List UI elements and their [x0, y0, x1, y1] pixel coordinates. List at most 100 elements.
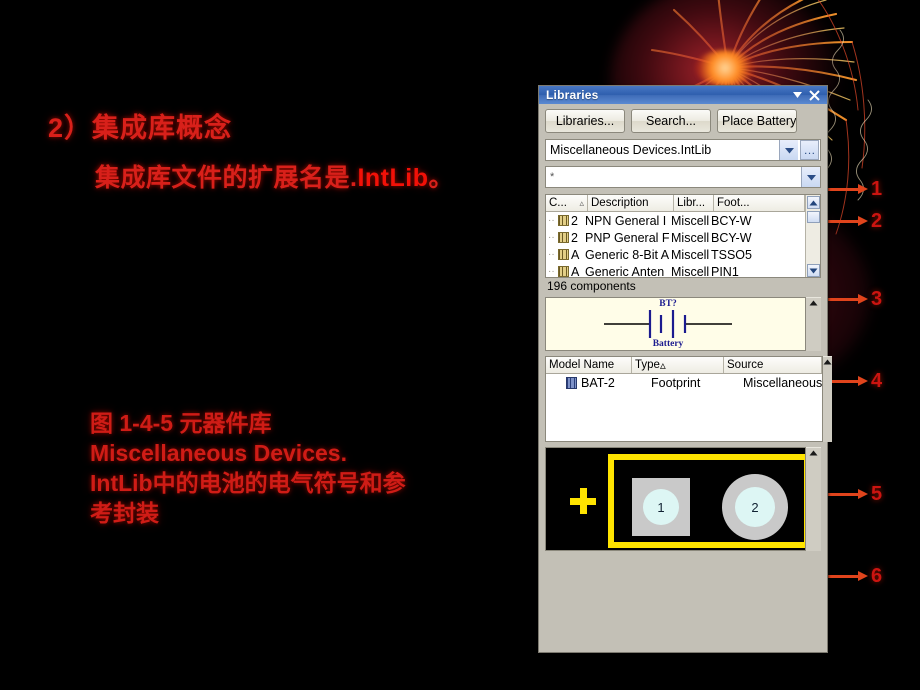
- component-list-scrollbar[interactable]: [805, 195, 820, 277]
- footprint-outline: 1 2: [608, 454, 805, 548]
- chevron-down-icon[interactable]: [779, 140, 798, 160]
- cell-footprint: TSSO5: [711, 247, 752, 262]
- filter-input[interactable]: *: [545, 166, 821, 188]
- component-icon: [558, 249, 569, 260]
- callout-arrow-icon: [825, 570, 868, 581]
- cell-description: PNP General F: [585, 230, 670, 245]
- table-row[interactable]: ·· A Generic 8-Bit A Miscell TSSO5: [546, 246, 805, 263]
- cell-model-name: BAT-2: [581, 375, 615, 390]
- chevron-down-icon[interactable]: [806, 264, 820, 277]
- sort-ascending-icon: ▵: [659, 360, 666, 372]
- column-header-source[interactable]: Source: [724, 357, 823, 373]
- table-row[interactable]: ·· 2 NPN General I Miscell BCY-W: [546, 212, 805, 229]
- scrollbar-thumb[interactable]: [806, 211, 820, 223]
- table-row[interactable]: BAT-2 Footprint Miscellaneous: [546, 374, 822, 391]
- callout-5: 5: [825, 483, 882, 505]
- cell-type: Footprint: [651, 375, 701, 390]
- chevron-up-icon: [823, 359, 832, 365]
- callout-arrow-icon: [825, 293, 868, 304]
- component-list[interactable]: C... ▵ Description Libr... Foot... ·· 2 …: [545, 194, 821, 278]
- callout-arrow-icon: [825, 183, 868, 194]
- callout-number: 5: [871, 482, 883, 505]
- cell-name: 2: [571, 230, 578, 245]
- chevron-down-icon[interactable]: [801, 167, 820, 187]
- cell-library: Miscell: [671, 213, 710, 228]
- subheading-extension: IntLib: [357, 164, 429, 192]
- callout-1: 1: [825, 178, 882, 200]
- tree-line: ··: [548, 249, 555, 260]
- tree-line: ··: [548, 232, 555, 243]
- column-header-model-name[interactable]: Model Name: [546, 357, 632, 373]
- pad-2: 2: [722, 474, 788, 540]
- chevron-up-icon: [809, 450, 818, 456]
- cell-description: Generic Anten: [585, 264, 665, 278]
- firework-core: [695, 50, 755, 86]
- column-header-name[interactable]: C... ▵: [546, 195, 588, 211]
- callout-arrow-icon: [825, 215, 868, 226]
- cell-library: Miscell: [671, 264, 710, 278]
- libraries-button[interactable]: Libraries...: [545, 109, 625, 133]
- panel-title: Libraries: [546, 88, 599, 102]
- library-select[interactable]: Miscellaneous Devices.IntLib …: [545, 139, 821, 161]
- pad-1: 1: [632, 478, 690, 536]
- place-battery-button[interactable]: Place Battery: [717, 109, 797, 133]
- column-header-description[interactable]: Description: [588, 195, 674, 211]
- column-header-footprint[interactable]: Foot...: [714, 195, 805, 211]
- callout-number: 3: [871, 287, 883, 310]
- cell-footprint: BCY-W: [711, 213, 752, 228]
- pad-1-label: 1: [643, 489, 679, 525]
- cell-description: Generic 8-Bit A: [585, 247, 670, 262]
- footprint-preview: 1 2: [545, 447, 806, 551]
- symbol-designator: BT?: [659, 299, 677, 309]
- footprint-icon: [566, 376, 577, 389]
- component-count-label: 196 components: [547, 279, 636, 293]
- heading-number: 2）: [48, 113, 93, 143]
- component-icon: [558, 215, 569, 226]
- panel-titlebar[interactable]: Libraries: [539, 86, 827, 104]
- model-table[interactable]: Model Name Type ▵ Source BAT-2 Footprint…: [545, 356, 824, 442]
- symbol-panel-collapse[interactable]: [806, 297, 821, 351]
- cell-name: A: [571, 264, 580, 278]
- cell-description: NPN General I: [585, 213, 667, 228]
- symbol-preview: BT? Battery: [545, 297, 806, 351]
- column-header-library[interactable]: Libr...: [674, 195, 714, 211]
- callout-6: 6: [825, 565, 882, 587]
- model-panel-collapse[interactable]: [823, 356, 833, 442]
- table-row[interactable]: ·· A Generic Anten Miscell PIN1: [546, 263, 805, 277]
- cell-source: Miscellaneous: [743, 375, 823, 390]
- component-icon: [558, 266, 569, 277]
- footprint-panel-collapse[interactable]: [806, 447, 821, 551]
- slide-subheading: 集成库文件的扩展名是.IntLib。: [95, 158, 454, 194]
- callout-3: 3: [825, 288, 882, 310]
- pad-2-label: 2: [735, 487, 775, 527]
- table-row[interactable]: ·· 2 PNP General F Miscell BCY-W: [546, 229, 805, 246]
- callout-number: 4: [871, 369, 883, 392]
- chevron-up-icon[interactable]: [806, 196, 820, 209]
- library-select-value: Miscellaneous Devices.IntLib: [550, 143, 712, 157]
- origin-crosshair-icon: [570, 488, 596, 514]
- footprint-preview-row: 1 2: [545, 447, 821, 551]
- panel-body: Libraries... Search... Place Battery Mis…: [539, 104, 833, 557]
- component-list-body: C... ▵ Description Libr... Foot... ·· 2 …: [546, 195, 805, 277]
- library-more-button[interactable]: …: [800, 140, 819, 160]
- symbol-preview-row: BT? Battery: [545, 297, 821, 351]
- column-header-type[interactable]: Type ▵: [632, 357, 724, 373]
- cell-footprint: PIN1: [711, 264, 739, 278]
- cell-name: 2: [571, 213, 578, 228]
- tree-line: ··: [548, 215, 555, 226]
- close-icon[interactable]: [806, 88, 823, 103]
- subheading-suffix: 。: [428, 164, 454, 192]
- model-table-header: Model Name Type ▵ Source: [546, 357, 823, 374]
- callout-number: 2: [871, 209, 883, 232]
- cell-footprint: BCY-W: [711, 230, 752, 245]
- chevron-down-icon[interactable]: [789, 88, 806, 103]
- figure-caption: 图 1-4-5 元器件库 Miscellaneous Devices. IntL…: [90, 410, 406, 526]
- presentation-slide: 2）集成库概念 集成库文件的扩展名是.IntLib。 图 1-4-5 元器件库 …: [0, 0, 920, 690]
- cell-library: Miscell: [671, 247, 710, 262]
- panel-toolbar: Libraries... Search... Place Battery: [545, 109, 821, 133]
- chevron-up-icon: [809, 300, 818, 306]
- search-button[interactable]: Search...: [631, 109, 711, 133]
- component-icon: [558, 232, 569, 243]
- libraries-panel: Libraries Libraries... Search... Place B…: [538, 85, 833, 653]
- callout-4: 4: [825, 370, 882, 392]
